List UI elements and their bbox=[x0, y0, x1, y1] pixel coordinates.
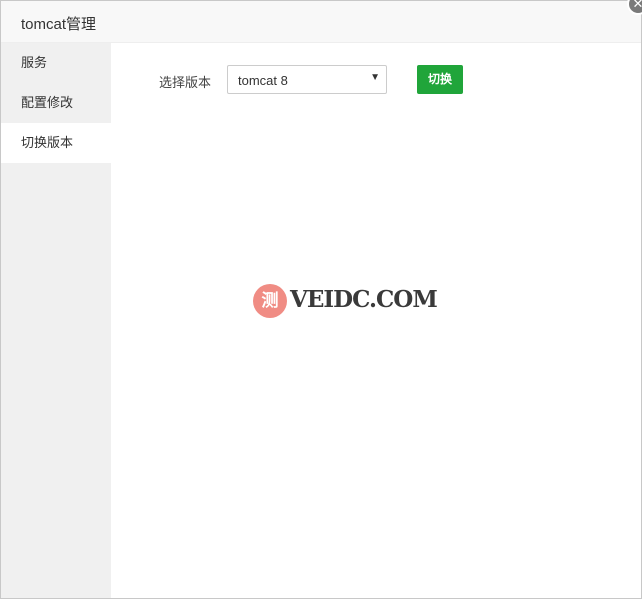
sidebar-item-switch-version[interactable]: 切换版本 bbox=[1, 123, 111, 163]
sidebar: 服务 配置修改 切换版本 bbox=[1, 43, 111, 598]
version-select-value: tomcat 8 bbox=[238, 73, 288, 88]
tomcat-dialog: tomcat管理 ✕ 服务 配置修改 切换版本 选择版本 tomcat 8 ▼ … bbox=[0, 0, 642, 599]
switch-button[interactable]: 切换 bbox=[417, 65, 463, 94]
watermark-text: VEIDC.COM bbox=[290, 286, 438, 313]
sidebar-item-config[interactable]: 配置修改 bbox=[1, 83, 111, 123]
sidebar-item-service[interactable]: 服务 bbox=[1, 43, 111, 83]
watermark-logo: 测 VEIDC.COM bbox=[253, 283, 438, 319]
watermark-icon: 测 bbox=[253, 284, 287, 318]
main-content: 选择版本 tomcat 8 ▼ 切换 测 VEIDC.COM bbox=[111, 43, 641, 598]
title-bar: tomcat管理 bbox=[1, 1, 641, 43]
version-label: 选择版本 bbox=[159, 75, 212, 90]
dialog-title: tomcat管理 bbox=[21, 16, 97, 33]
version-select[interactable]: tomcat 8 ▼ bbox=[227, 65, 387, 94]
chevron-down-icon: ▼ bbox=[370, 72, 380, 83]
